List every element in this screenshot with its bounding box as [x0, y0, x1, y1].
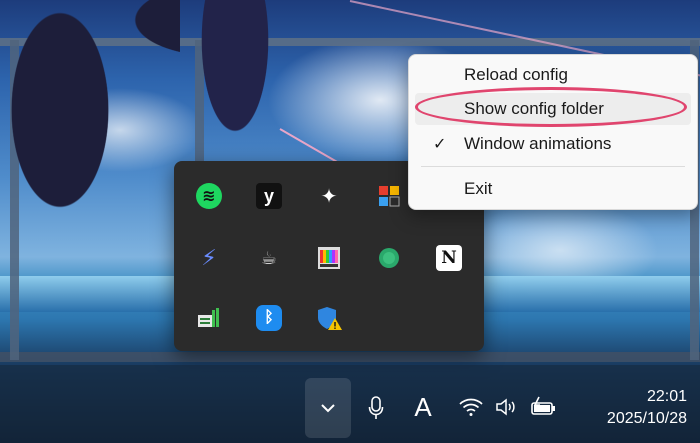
cup-icon[interactable]: ☕: [256, 245, 282, 271]
annotation-highlight-ellipse: [415, 87, 687, 127]
wallpaper-figure: [0, 0, 180, 300]
network-map-icon[interactable]: [196, 305, 222, 331]
volume-icon[interactable]: [494, 396, 520, 418]
color-bars-icon[interactable]: [316, 245, 342, 271]
lightning-icon[interactable]: ⚡: [196, 245, 222, 271]
clock-date: 2025/10/28: [606, 410, 687, 427]
microphone-icon[interactable]: [366, 395, 386, 421]
menu-separator: [421, 166, 685, 167]
menu-item-label: Window animations: [464, 134, 612, 153]
clock-time: 22:01: [646, 388, 687, 405]
eagle-icon[interactable]: ✦: [316, 183, 342, 209]
checkmark-icon: ✓: [433, 136, 447, 153]
defender-warning-icon[interactable]: [316, 305, 342, 331]
ime-mode-indicator[interactable]: A: [410, 391, 436, 422]
yandex-icon[interactable]: y: [256, 183, 282, 209]
notion-icon[interactable]: N: [436, 245, 462, 271]
ime-label: A: [414, 391, 432, 422]
menu-item-exit[interactable]: Exit: [415, 173, 691, 205]
chevron-down-icon: [321, 404, 335, 413]
tray-context-menu: Reload config Show config folder ✓ Windo…: [408, 54, 698, 210]
app-grid-icon[interactable]: [376, 183, 402, 209]
spotify-icon[interactable]: ≋: [196, 183, 222, 209]
wallpaper-railing-bottom: [0, 352, 700, 362]
battery-charging-icon[interactable]: [530, 395, 558, 419]
menu-item-label: Exit: [464, 179, 493, 198]
wifi-icon[interactable]: [458, 396, 484, 418]
bluetooth-icon[interactable]: ᛒ: [256, 305, 282, 331]
green-circle-icon[interactable]: [376, 245, 402, 271]
taskbar-clock[interactable]: 22:01 2025/10/28: [572, 386, 687, 430]
wallpaper-figure: [170, 0, 300, 170]
menu-item-label: Reload config: [464, 65, 568, 84]
show-hidden-icons-button[interactable]: [305, 378, 351, 438]
menu-item-window-animations[interactable]: ✓ Window animations: [415, 128, 691, 160]
